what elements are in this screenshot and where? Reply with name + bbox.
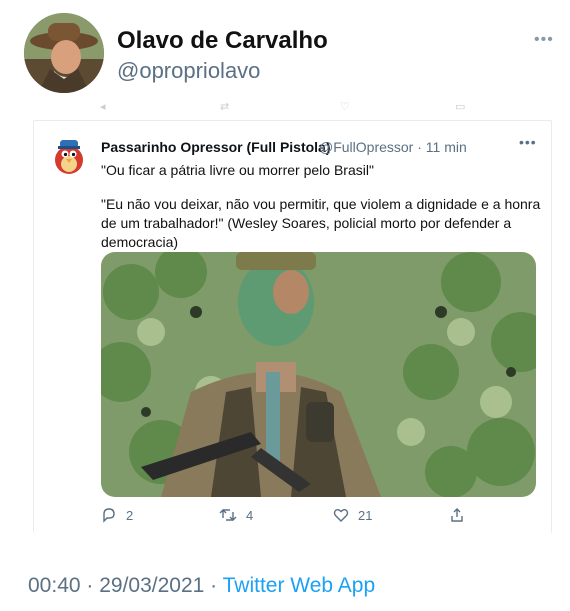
reply-button[interactable]: 2 bbox=[101, 507, 133, 523]
reply-count: 2 bbox=[126, 507, 134, 523]
retweet-icon bbox=[219, 509, 237, 521]
more-icon[interactable]: ••• bbox=[534, 31, 554, 49]
share-button[interactable] bbox=[449, 507, 474, 523]
tweet-photo[interactable] bbox=[101, 252, 536, 497]
quoted-author-handle[interactable]: @FullOpressor · 11 min bbox=[319, 139, 467, 155]
faded-action-row: ◂ ⇄ ♡ ▭ bbox=[100, 101, 466, 113]
more-icon[interactable]: ••• bbox=[519, 134, 537, 150]
author-name[interactable]: Olavo de Carvalho bbox=[117, 27, 328, 55]
tweet-timestamp: 00:40 · 29/03/2021 · Twitter Web App bbox=[28, 574, 375, 598]
like-button[interactable]: 21 bbox=[333, 507, 372, 523]
tweet-actions: 2 4 21 bbox=[101, 507, 541, 529]
author-handle[interactable]: @opropriolavo bbox=[117, 58, 260, 84]
quoted-author-name[interactable]: Passarinho Opressor (Full Pistola) bbox=[101, 139, 331, 155]
bird-avatar[interactable] bbox=[52, 136, 86, 176]
like-count: 21 bbox=[358, 507, 373, 523]
retweet-button[interactable]: 4 bbox=[219, 507, 253, 523]
share-icon bbox=[451, 508, 463, 522]
like-icon bbox=[333, 509, 349, 522]
retweet-count: 4 bbox=[246, 507, 254, 523]
source-link[interactable]: Twitter Web App bbox=[223, 574, 376, 597]
timestamp-text: 00:40 · 29/03/2021 · bbox=[28, 574, 223, 597]
reply-icon bbox=[103, 508, 115, 523]
quoted-text-body: "Eu não vou deixar, não vou permitir, qu… bbox=[101, 196, 541, 250]
quoted-text-line: "Ou ficar a pátria livre ou morrer pelo … bbox=[101, 162, 374, 178]
author-avatar[interactable] bbox=[24, 13, 104, 93]
